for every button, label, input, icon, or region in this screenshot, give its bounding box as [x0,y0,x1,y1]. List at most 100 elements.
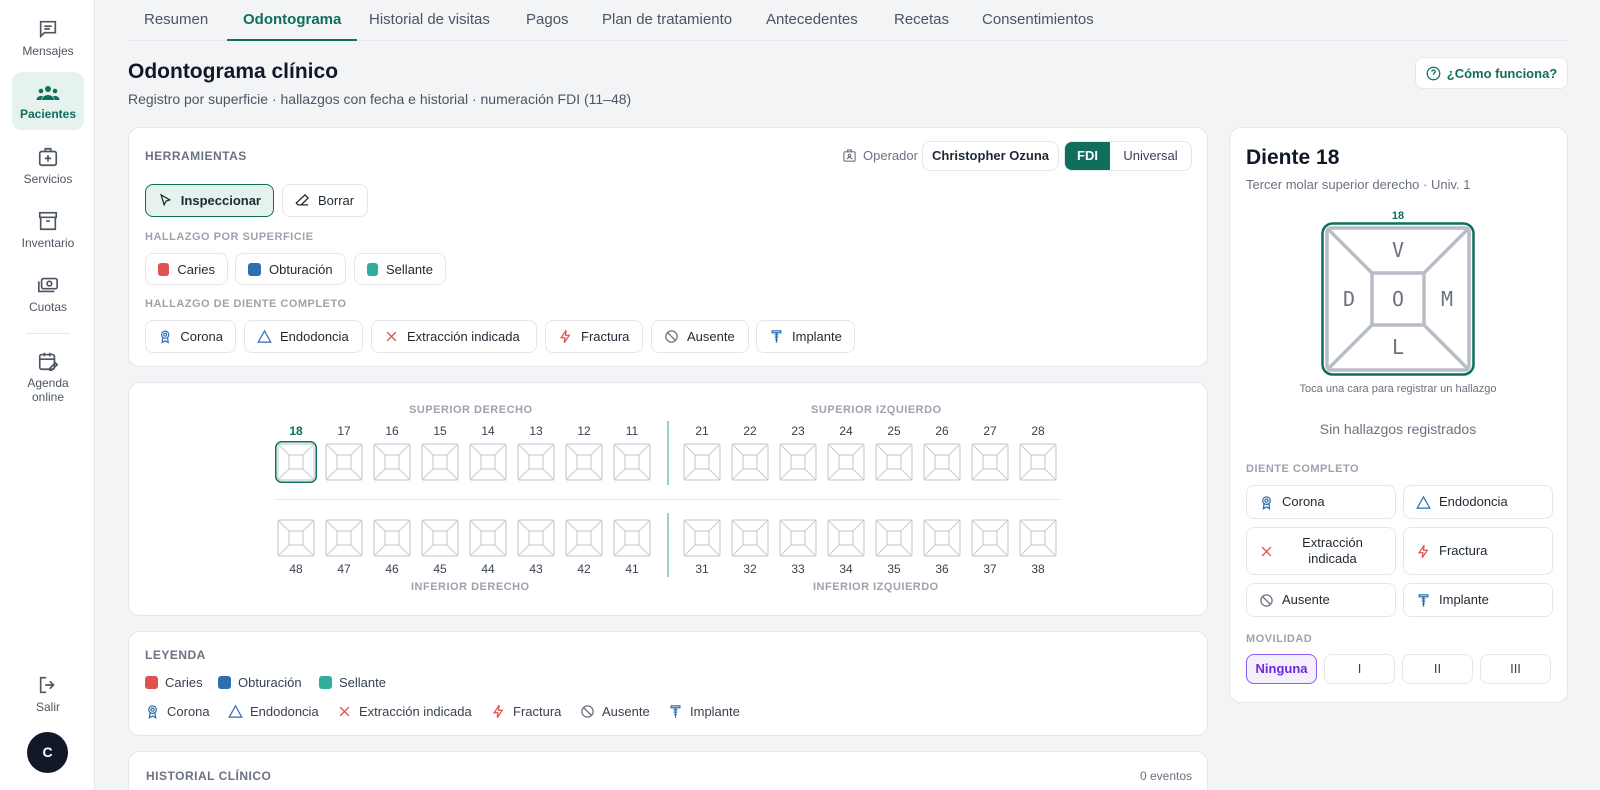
tooth-31[interactable] [681,517,723,559]
finding-ausente-button[interactable]: Ausente [651,320,749,353]
tooth-number-13: 13 [529,424,543,438]
archive-icon [38,211,58,231]
finding-fractura-button[interactable]: Fractura [545,320,643,353]
tooth-number-23: 23 [791,424,805,438]
operator-select[interactable]: Christopher Ozuna [922,141,1060,171]
tooth-14[interactable] [467,441,509,483]
mode-label: Borrar [318,193,355,208]
tooth-17[interactable] [323,441,365,483]
ban-icon [665,330,678,343]
detail-corona-button[interactable]: Corona [1246,485,1396,519]
tab-antecedentes[interactable]: Antecedentes [750,0,874,41]
finding-corona-button[interactable]: Corona [145,320,236,353]
tooth-23[interactable] [777,441,819,483]
tooth-22[interactable] [729,441,771,483]
finding-caries-button[interactable]: Caries [145,253,228,285]
tooth-36[interactable] [921,517,963,559]
tooth-48[interactable] [275,517,317,559]
tooth-26[interactable] [921,441,963,483]
detail-implante-button[interactable]: Implante [1403,583,1553,617]
finding-extraccion-button[interactable]: Extracción indicada [371,320,537,353]
tab-pagos[interactable]: Pagos [510,0,585,41]
tooth-41[interactable] [611,517,653,559]
sidebar-item-agenda-online[interactable]: Agenda online [12,342,84,406]
tooth-42[interactable] [563,517,605,559]
numbering-option-fdi[interactable]: FDI [1065,142,1110,170]
sidebar-item-pacientes[interactable]: Pacientes [12,72,84,130]
finding-endodoncia-button[interactable]: Endodoncia [244,320,363,353]
tooth-16[interactable] [371,441,413,483]
tooth-number-24: 24 [839,424,853,438]
help-button[interactable]: ¿Cómo funciona? [1415,57,1568,89]
sidebar-item-inventario[interactable]: Inventario [12,202,84,256]
tooth-11[interactable] [611,441,653,483]
tooth-33[interactable] [777,517,819,559]
detail-ausente-button[interactable]: Ausente [1246,583,1396,617]
legend-label: Implante [690,704,740,719]
mode-inspeccionar-button[interactable]: Inspeccionar [145,184,274,217]
mobility-i-button[interactable]: I [1324,654,1395,684]
implant-icon [1418,593,1429,607]
tooth-35[interactable] [873,517,915,559]
avatar[interactable]: C [27,732,68,773]
numbering-option-universal[interactable]: Universal [1110,142,1191,170]
tooth-32[interactable] [729,517,771,559]
tooth-13[interactable] [515,441,557,483]
operator-label-text: Operador [863,148,918,163]
mobility-ninguna-button[interactable]: Ninguna [1246,654,1317,684]
tooth-37[interactable] [969,517,1011,559]
legend-endodoncia: Endodoncia [228,704,319,719]
legend-sellante: Sellante [319,675,386,690]
tooth-45[interactable] [419,517,461,559]
tooth-27[interactable] [969,441,1011,483]
finding-sellante-button[interactable]: Sellante [354,253,446,285]
tooth-21[interactable] [681,441,723,483]
sidebar-item-servicios[interactable]: Servicios [12,138,84,192]
tab-recetas[interactable]: Recetas [878,0,965,41]
mobility-iii-button[interactable]: III [1480,654,1551,684]
legend-label: Extracción indicada [359,704,472,719]
legend-label: Caries [165,675,203,690]
tooth-number-28: 28 [1031,424,1045,438]
tooth-28[interactable] [1017,441,1059,483]
tooth-46[interactable] [371,517,413,559]
detail-button-label: Endodoncia [1439,494,1508,509]
legend-corona: Corona [145,704,210,719]
finding-label: Extracción indicada [407,329,520,344]
tooth-detail-hint: Toca una cara para registrar un hallazgo [1299,383,1497,395]
tooth-25[interactable] [873,441,915,483]
detail-fractura-button[interactable]: Fractura [1403,527,1553,575]
tooth-34[interactable] [825,517,867,559]
tab-consentimientos[interactable]: Consentimientos [966,0,1110,41]
finding-label: Sellante [386,261,433,277]
tab-resumen[interactable]: Resumen [128,0,224,41]
logout-button[interactable]: Salir [12,666,84,718]
tab-plan-de-tratamiento[interactable]: Plan de tratamiento [586,0,748,41]
tab-historial-de-visitas[interactable]: Historial de visitas [353,0,506,41]
finding-implante-button[interactable]: Implante [756,320,855,353]
finding-obturacion-button[interactable]: Obturación [235,253,346,285]
detail-endodoncia-button[interactable]: Endodoncia [1403,485,1553,519]
mode-borrar-button[interactable]: Borrar [282,184,368,217]
tooth-number-41: 41 [625,562,639,576]
tooth-number-47: 47 [337,562,351,576]
triangle-icon [257,329,272,343]
mobility-ii-button[interactable]: II [1402,654,1473,684]
legend-obturacion: Obturación [218,675,302,690]
tooth-24[interactable] [825,441,867,483]
tooth-number-46: 46 [385,562,399,576]
tooth-12[interactable] [563,441,605,483]
tooth-15[interactable] [419,441,461,483]
tooth-18[interactable] [275,441,317,483]
tooth-number-34: 34 [839,562,853,576]
tooth-43[interactable] [515,517,557,559]
tab-odontograma[interactable]: Odontograma [227,0,358,41]
sellante-swatch [367,262,379,276]
sidebar-item-mensajes[interactable]: Mensajes [12,10,84,64]
detail-extraccion-button[interactable]: Extracción indicada [1246,527,1396,575]
tooth-38[interactable] [1017,517,1059,559]
sidebar-item-cuotas[interactable]: Cuotas [12,266,84,320]
tooth-44[interactable] [467,517,509,559]
tooth-47[interactable] [323,517,365,559]
tooth-number-37: 37 [983,562,997,576]
